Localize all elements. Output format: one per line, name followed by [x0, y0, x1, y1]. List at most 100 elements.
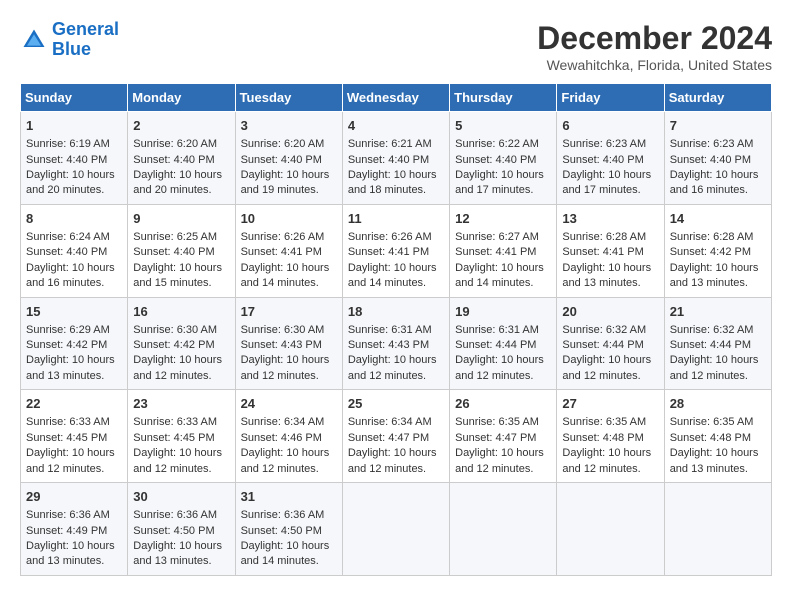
day-number: 14	[670, 210, 766, 228]
cell-info-line: and 12 minutes.	[133, 462, 229, 477]
cell-info-line: and 15 minutes.	[133, 276, 229, 291]
day-number: 10	[241, 210, 337, 228]
cell-info-line: Sunset: 4:45 PM	[26, 431, 122, 446]
col-header-tuesday: Tuesday	[235, 84, 342, 112]
cell-info-line: Sunrise: 6:30 AM	[133, 323, 229, 338]
cell-info-line: and 16 minutes.	[670, 183, 766, 198]
cell-info-line: and 13 minutes.	[562, 276, 658, 291]
cell-info-line: Sunset: 4:41 PM	[348, 245, 444, 260]
cell-info-line: Daylight: 10 hours	[670, 353, 766, 368]
cell-info-line: Daylight: 10 hours	[670, 168, 766, 183]
cell-info-line: Sunrise: 6:23 AM	[562, 137, 658, 152]
calendar-cell: 3Sunrise: 6:20 AMSunset: 4:40 PMDaylight…	[235, 112, 342, 205]
day-number: 6	[562, 117, 658, 135]
logo-text: General Blue	[52, 20, 119, 60]
calendar-cell: 16Sunrise: 6:30 AMSunset: 4:42 PMDayligh…	[128, 297, 235, 390]
logo: General Blue	[20, 20, 119, 60]
cell-info-line: and 16 minutes.	[26, 276, 122, 291]
day-number: 30	[133, 488, 229, 506]
cell-info-line: Daylight: 10 hours	[241, 261, 337, 276]
col-header-wednesday: Wednesday	[342, 84, 449, 112]
cell-info-line: and 17 minutes.	[562, 183, 658, 198]
cell-info-line: Sunset: 4:47 PM	[455, 431, 551, 446]
cell-info-line: and 12 minutes.	[670, 369, 766, 384]
title-block: December 2024 Wewahitchka, Florida, Unit…	[537, 20, 772, 73]
calendar-cell	[557, 483, 664, 576]
cell-info-line: and 13 minutes.	[670, 462, 766, 477]
cell-info-line: Sunrise: 6:31 AM	[455, 323, 551, 338]
cell-info-line: Sunset: 4:44 PM	[562, 338, 658, 353]
cell-info-line: and 20 minutes.	[26, 183, 122, 198]
day-number: 28	[670, 395, 766, 413]
calendar-header-row: SundayMondayTuesdayWednesdayThursdayFrid…	[21, 84, 772, 112]
cell-info-line: Daylight: 10 hours	[348, 261, 444, 276]
cell-info-line: Sunset: 4:44 PM	[670, 338, 766, 353]
cell-info-line: and 14 minutes.	[241, 276, 337, 291]
cell-info-line: Sunset: 4:40 PM	[348, 153, 444, 168]
cell-info-line: Sunset: 4:40 PM	[455, 153, 551, 168]
col-header-saturday: Saturday	[664, 84, 771, 112]
cell-info-line: Sunrise: 6:26 AM	[348, 230, 444, 245]
calendar-cell: 2Sunrise: 6:20 AMSunset: 4:40 PMDaylight…	[128, 112, 235, 205]
cell-info-line: Sunset: 4:50 PM	[241, 524, 337, 539]
cell-info-line: Sunrise: 6:35 AM	[562, 415, 658, 430]
calendar-cell: 21Sunrise: 6:32 AMSunset: 4:44 PMDayligh…	[664, 297, 771, 390]
cell-info-line: Sunset: 4:40 PM	[670, 153, 766, 168]
cell-info-line: Sunset: 4:41 PM	[562, 245, 658, 260]
cell-info-line: Daylight: 10 hours	[562, 446, 658, 461]
cell-info-line: Daylight: 10 hours	[26, 168, 122, 183]
day-number: 17	[241, 303, 337, 321]
cell-info-line: Sunrise: 6:22 AM	[455, 137, 551, 152]
page-header: General Blue December 2024 Wewahitchka, …	[20, 20, 772, 73]
calendar-cell: 29Sunrise: 6:36 AMSunset: 4:49 PMDayligh…	[21, 483, 128, 576]
day-number: 3	[241, 117, 337, 135]
calendar-cell	[342, 483, 449, 576]
day-number: 9	[133, 210, 229, 228]
calendar-cell: 1Sunrise: 6:19 AMSunset: 4:40 PMDaylight…	[21, 112, 128, 205]
day-number: 24	[241, 395, 337, 413]
day-number: 15	[26, 303, 122, 321]
cell-info-line: Sunrise: 6:36 AM	[133, 508, 229, 523]
cell-info-line: Sunset: 4:42 PM	[133, 338, 229, 353]
calendar-cell	[450, 483, 557, 576]
page-title: December 2024	[537, 20, 772, 57]
cell-info-line: and 17 minutes.	[455, 183, 551, 198]
cell-info-line: and 20 minutes.	[133, 183, 229, 198]
cell-info-line: Daylight: 10 hours	[562, 168, 658, 183]
cell-info-line: Sunset: 4:48 PM	[670, 431, 766, 446]
cell-info-line: and 12 minutes.	[348, 369, 444, 384]
cell-info-line: Sunrise: 6:30 AM	[241, 323, 337, 338]
cell-info-line: Daylight: 10 hours	[455, 446, 551, 461]
day-number: 2	[133, 117, 229, 135]
cell-info-line: Sunset: 4:44 PM	[455, 338, 551, 353]
cell-info-line: Sunset: 4:41 PM	[455, 245, 551, 260]
calendar-cell: 26Sunrise: 6:35 AMSunset: 4:47 PMDayligh…	[450, 390, 557, 483]
calendar-cell: 31Sunrise: 6:36 AMSunset: 4:50 PMDayligh…	[235, 483, 342, 576]
cell-info-line: Sunset: 4:43 PM	[241, 338, 337, 353]
calendar-cell: 30Sunrise: 6:36 AMSunset: 4:50 PMDayligh…	[128, 483, 235, 576]
cell-info-line: and 12 minutes.	[133, 369, 229, 384]
calendar-cell: 18Sunrise: 6:31 AMSunset: 4:43 PMDayligh…	[342, 297, 449, 390]
cell-info-line: Sunrise: 6:21 AM	[348, 137, 444, 152]
day-number: 12	[455, 210, 551, 228]
calendar-cell: 28Sunrise: 6:35 AMSunset: 4:48 PMDayligh…	[664, 390, 771, 483]
cell-info-line: Sunset: 4:40 PM	[26, 153, 122, 168]
day-number: 13	[562, 210, 658, 228]
cell-info-line: Sunrise: 6:25 AM	[133, 230, 229, 245]
calendar-cell: 8Sunrise: 6:24 AMSunset: 4:40 PMDaylight…	[21, 204, 128, 297]
day-number: 29	[26, 488, 122, 506]
cell-info-line: Sunset: 4:42 PM	[670, 245, 766, 260]
cell-info-line: Sunrise: 6:33 AM	[133, 415, 229, 430]
cell-info-line: Daylight: 10 hours	[455, 261, 551, 276]
calendar-cell: 12Sunrise: 6:27 AMSunset: 4:41 PMDayligh…	[450, 204, 557, 297]
calendar-cell: 22Sunrise: 6:33 AMSunset: 4:45 PMDayligh…	[21, 390, 128, 483]
week-row-5: 29Sunrise: 6:36 AMSunset: 4:49 PMDayligh…	[21, 483, 772, 576]
week-row-4: 22Sunrise: 6:33 AMSunset: 4:45 PMDayligh…	[21, 390, 772, 483]
week-row-1: 1Sunrise: 6:19 AMSunset: 4:40 PMDaylight…	[21, 112, 772, 205]
day-number: 22	[26, 395, 122, 413]
day-number: 20	[562, 303, 658, 321]
cell-info-line: and 12 minutes.	[455, 369, 551, 384]
calendar-cell: 9Sunrise: 6:25 AMSunset: 4:40 PMDaylight…	[128, 204, 235, 297]
cell-info-line: Sunrise: 6:33 AM	[26, 415, 122, 430]
cell-info-line: and 18 minutes.	[348, 183, 444, 198]
